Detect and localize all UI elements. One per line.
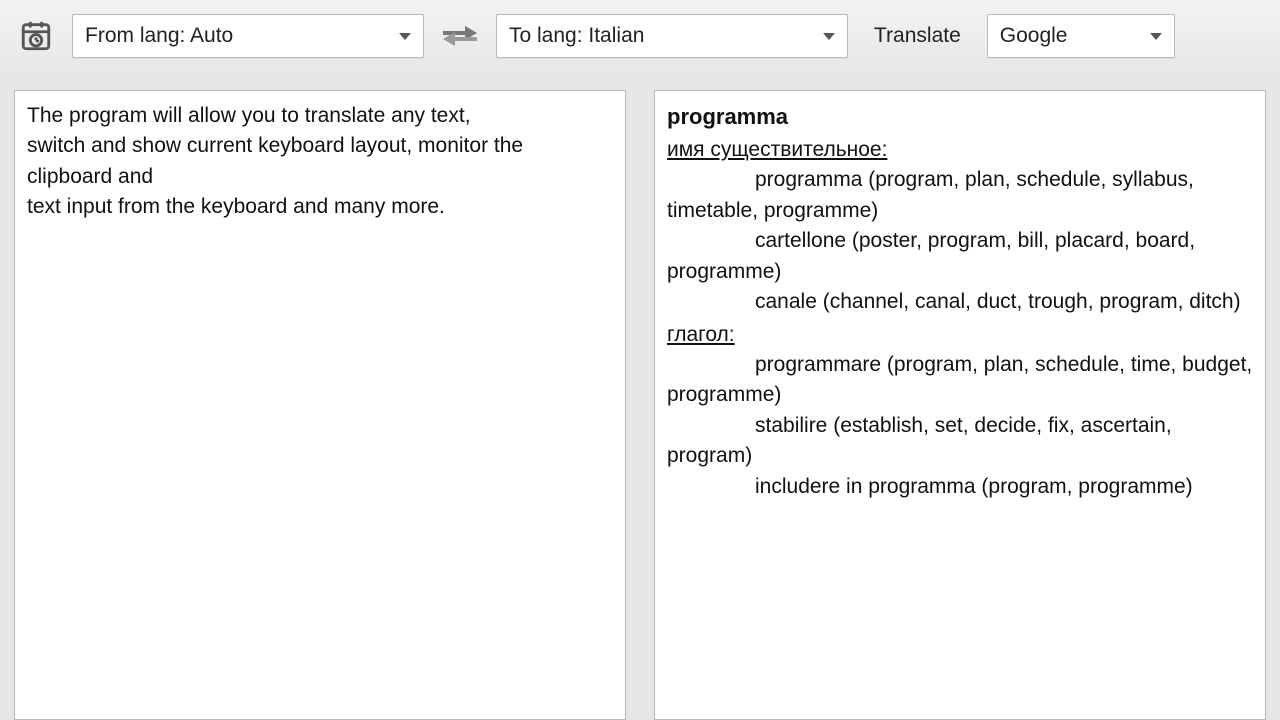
sense: includere in programma (program, program… [667, 472, 1253, 502]
headword: programma [667, 101, 1253, 133]
source-line: The program will allow you to translate … [27, 101, 613, 131]
to-language-label: To lang: Italian [509, 24, 815, 48]
source-text-pane[interactable]: The program will allow you to translate … [14, 90, 626, 720]
translate-button[interactable]: Translate [862, 24, 973, 48]
from-language-dropdown[interactable]: From lang: Auto [72, 14, 424, 58]
to-language-dropdown[interactable]: To lang: Italian [496, 14, 848, 58]
result-pane: programmaимя существительное:programma (… [654, 90, 1266, 720]
swap-languages-icon[interactable] [438, 14, 482, 58]
sense: cartellone (poster, program, bill, placa… [667, 226, 1253, 287]
source-line: text input from the keyboard and many mo… [27, 192, 613, 222]
engine-label: Google [1000, 24, 1142, 48]
sense: stabilire (establish, set, decide, fix, … [667, 411, 1253, 472]
sense: programma (program, plan, schedule, syll… [667, 165, 1253, 226]
content-area: The program will allow you to translate … [0, 76, 1280, 720]
from-language-label: From lang: Auto [85, 24, 391, 48]
history-icon[interactable] [14, 14, 58, 58]
sense: canale (channel, canal, duct, trough, pr… [667, 287, 1253, 317]
sense: programmare (program, plan, schedule, ti… [667, 350, 1253, 411]
chevron-down-icon [399, 33, 411, 40]
chevron-down-icon [823, 33, 835, 40]
source-line: switch and show current keyboard layout,… [27, 131, 613, 192]
engine-dropdown[interactable]: Google [987, 14, 1175, 58]
part-of-speech: глагол: [667, 320, 1253, 350]
toolbar: From lang: Auto To lang: Italian Transla… [0, 0, 1280, 76]
chevron-down-icon [1150, 33, 1162, 40]
part-of-speech: имя существительное: [667, 135, 1253, 165]
